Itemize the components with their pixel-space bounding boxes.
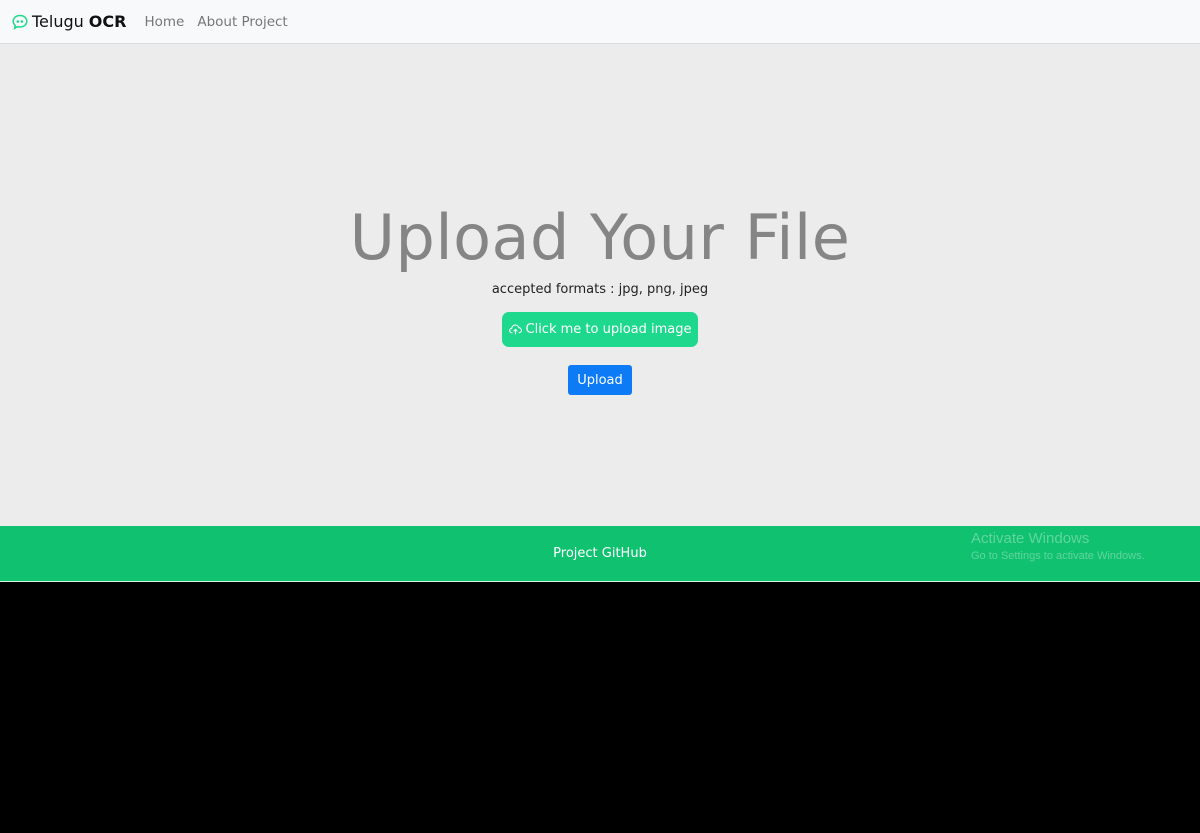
watermark-subtitle: Go to Settings to activate Windows. xyxy=(971,550,1145,562)
cloud-upload-icon xyxy=(508,324,522,335)
watermark-title: Activate Windows xyxy=(971,530,1090,547)
nav-link-home[interactable]: Home xyxy=(144,14,184,30)
speech-quote-icon xyxy=(12,14,28,30)
brand-suffix: OCR xyxy=(88,12,127,31)
brand-prefix: Telugu xyxy=(32,12,84,31)
accepted-formats-text: accepted formats : jpg, png, jpeg xyxy=(491,282,709,297)
nav-link-about-project[interactable]: About Project xyxy=(197,14,287,30)
navbar: Telugu OCR Home About Project xyxy=(0,0,1200,44)
choose-image-button[interactable]: Click me to upload image xyxy=(502,312,698,347)
footer: Project GitHub Activate Windows Go to Se… xyxy=(0,526,1200,582)
page-title: Upload Your File xyxy=(349,201,851,274)
upload-button[interactable]: Upload xyxy=(568,365,632,395)
activate-windows-watermark: Activate Windows Go to Settings to activ… xyxy=(971,529,1145,564)
brand-link[interactable]: Telugu OCR xyxy=(12,12,126,31)
upload-section: Upload Your File accepted formats : jpg,… xyxy=(0,44,1200,526)
choose-image-label: Click me to upload image xyxy=(525,322,692,337)
